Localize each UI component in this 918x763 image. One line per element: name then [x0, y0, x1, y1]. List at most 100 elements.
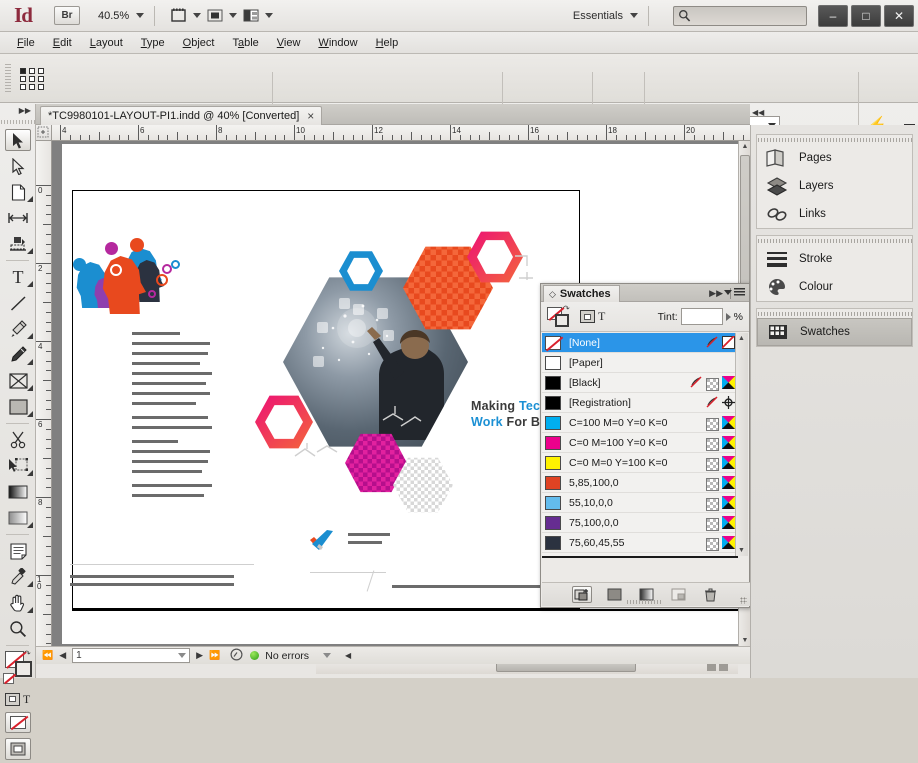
menu-edit[interactable]: Edit — [44, 35, 81, 51]
last-page-icon[interactable]: ⏩ — [209, 650, 220, 661]
maximize-button[interactable]: □ — [851, 4, 881, 27]
formatting-affects-text-icon[interactable]: T — [23, 692, 30, 707]
status-resize-icon[interactable]: ◀ — [345, 651, 351, 660]
swatches-panel-menu-button[interactable] — [724, 288, 745, 297]
first-page-icon[interactable]: ⏪ — [42, 650, 53, 661]
dock-item-swatches[interactable]: Swatches — [757, 318, 912, 346]
tint-slider-arrow-icon[interactable] — [725, 312, 731, 321]
ruler-origin-handle[interactable] — [36, 125, 52, 141]
pen-tool[interactable] — [0, 316, 36, 342]
menu-window[interactable]: Window — [309, 35, 366, 51]
pencil-tool[interactable] — [0, 342, 36, 368]
swatch-row[interactable]: C=0 M=100 Y=0 K=0 — [542, 433, 738, 453]
swatch-row[interactable]: 75,60,45,55 — [542, 533, 738, 553]
next-page-icon[interactable]: ▶ — [196, 650, 203, 661]
type-tool[interactable]: T — [0, 264, 36, 290]
swatch-row[interactable]: [None] — [542, 333, 738, 353]
horizontal-ruler[interactable]: 4 6 8 10 12 14 16 18 20 — [36, 125, 750, 141]
menu-file[interactable]: File — [8, 35, 44, 51]
line-tool[interactable] — [0, 290, 36, 316]
preflight-icon[interactable] — [230, 647, 244, 664]
dock-group-grip[interactable] — [757, 309, 912, 318]
dock-item-pages[interactable]: Pages — [757, 144, 912, 172]
scissors-tool[interactable] — [0, 427, 36, 453]
previous-page-icon[interactable]: ◀ — [59, 650, 66, 661]
swatches-panel-tab[interactable]: ◇ Swatches — [543, 285, 620, 302]
gap-tool[interactable] — [0, 205, 36, 231]
swatch-row[interactable]: [Black] — [542, 373, 738, 393]
swatches-list[interactable]: [None] [Paper] [Black] [Registration] C=100 … — [542, 333, 738, 556]
page-number-select[interactable]: 1 — [72, 648, 191, 663]
formatting-affects-small[interactable]: T — [580, 309, 605, 324]
menu-layout[interactable]: Layout — [81, 35, 132, 51]
swatch-row[interactable]: [Paper] — [542, 353, 738, 373]
eyedropper-tool[interactable] — [0, 564, 36, 590]
search-input[interactable] — [673, 5, 807, 26]
menu-help[interactable]: Help — [367, 35, 408, 51]
apply-none-icon[interactable] — [9, 715, 28, 730]
preflight-dropdown-icon[interactable] — [323, 653, 332, 658]
close-icon[interactable]: × — [307, 109, 314, 123]
delete-swatch-button[interactable] — [700, 586, 720, 603]
artwork-footer-logo[interactable] — [308, 530, 398, 556]
dock-item-links[interactable]: Links — [757, 200, 912, 228]
minimize-button[interactable]: – — [818, 4, 848, 27]
dock-item-stroke[interactable]: Stroke — [757, 245, 912, 273]
reference-point-selector[interactable] — [20, 68, 46, 90]
dock-item-colour[interactable]: Colour — [757, 273, 912, 301]
formatting-affects-container-icon[interactable] — [4, 692, 20, 706]
swatch-row[interactable]: [Registration] — [542, 393, 738, 413]
swatches-panel[interactable]: ◇ Swatches ▶▶ ↷ T Tint: % [None] [Paper]… — [540, 283, 750, 608]
dock-item-layers[interactable]: Layers — [757, 172, 912, 200]
bridge-button[interactable]: Br — [54, 6, 80, 25]
dock-group-grip[interactable] — [757, 236, 912, 245]
formatting-affects-text-icon[interactable]: T — [598, 309, 605, 324]
new-tint-swatch-button[interactable] — [668, 586, 688, 603]
fill-stroke-proxy-small[interactable]: ↷ — [547, 304, 573, 328]
document-tab[interactable]: *TC9980101-LAYOUT-PI1.indd @ 40% [Conver… — [40, 106, 323, 125]
close-button[interactable]: ✕ — [884, 4, 914, 27]
swatch-row[interactable]: 5,85,100,0 — [542, 473, 738, 493]
formatting-affects-group[interactable]: T — [0, 689, 35, 709]
content-collector-tool[interactable] — [0, 231, 36, 257]
zoom-level-control[interactable]: 40.5% — [98, 10, 145, 22]
menu-object[interactable]: Object — [174, 35, 224, 51]
vertical-ruler[interactable]: 0 2 4 6 8 10 — [36, 141, 52, 646]
control-bar-grip[interactable] — [5, 64, 11, 92]
swatches-scrollbar[interactable]: ▲ ▼ — [735, 333, 748, 556]
swatch-row[interactable]: 55,10,0,0 — [542, 493, 738, 513]
swatch-row[interactable]: C=0 M=0 Y=100 K=0 — [542, 453, 738, 473]
menu-table[interactable]: Table — [223, 35, 267, 51]
new-color-group-button[interactable] — [572, 586, 592, 603]
note-tool[interactable] — [0, 538, 36, 564]
tools-grip[interactable] — [0, 117, 35, 127]
workspace-switcher[interactable]: Essentials — [573, 5, 815, 26]
panel-expand-icon[interactable]: ▶▶ — [709, 288, 723, 299]
view-options-button[interactable] — [171, 8, 202, 23]
fill-stroke-proxy[interactable]: ↷ — [0, 649, 35, 689]
swatches-bottom-grip[interactable] — [627, 600, 663, 604]
swatch-row[interactable]: 75,100,0,0 — [542, 513, 738, 533]
direct-selection-tool[interactable] — [0, 153, 36, 179]
zoom-tool[interactable] — [0, 616, 36, 642]
arrange-documents-button[interactable] — [243, 8, 274, 23]
apply-none-group[interactable] — [0, 709, 35, 735]
hand-tool[interactable] — [0, 590, 36, 616]
screen-mode-group[interactable] — [0, 735, 35, 763]
tools-expand-button[interactable]: ▶▶ — [0, 104, 35, 117]
panel-dock-handle-icon[interactable]: ◇ — [549, 289, 556, 300]
dock-group-grip[interactable] — [757, 135, 912, 144]
menu-type[interactable]: Type — [132, 35, 174, 51]
swatch-row[interactable]: C=100 M=0 Y=0 K=0 — [542, 413, 738, 433]
artwork-hexagon-group[interactable]: Making Technology Work For Business — [255, 231, 590, 513]
free-transform-tool[interactable] — [0, 453, 36, 479]
page-tool[interactable] — [0, 179, 36, 205]
preview-mode-button[interactable] — [207, 8, 238, 23]
artwork-heads-group[interactable] — [72, 238, 202, 317]
gradient-feather-tool[interactable] — [0, 505, 36, 531]
tint-input[interactable] — [680, 308, 723, 325]
gradient-swatch-tool[interactable] — [0, 479, 36, 505]
formatting-affects-container-icon[interactable] — [580, 310, 595, 323]
dock-collapse-button[interactable]: ◀◀ — [752, 108, 764, 117]
new-swatch-button[interactable] — [604, 586, 624, 603]
